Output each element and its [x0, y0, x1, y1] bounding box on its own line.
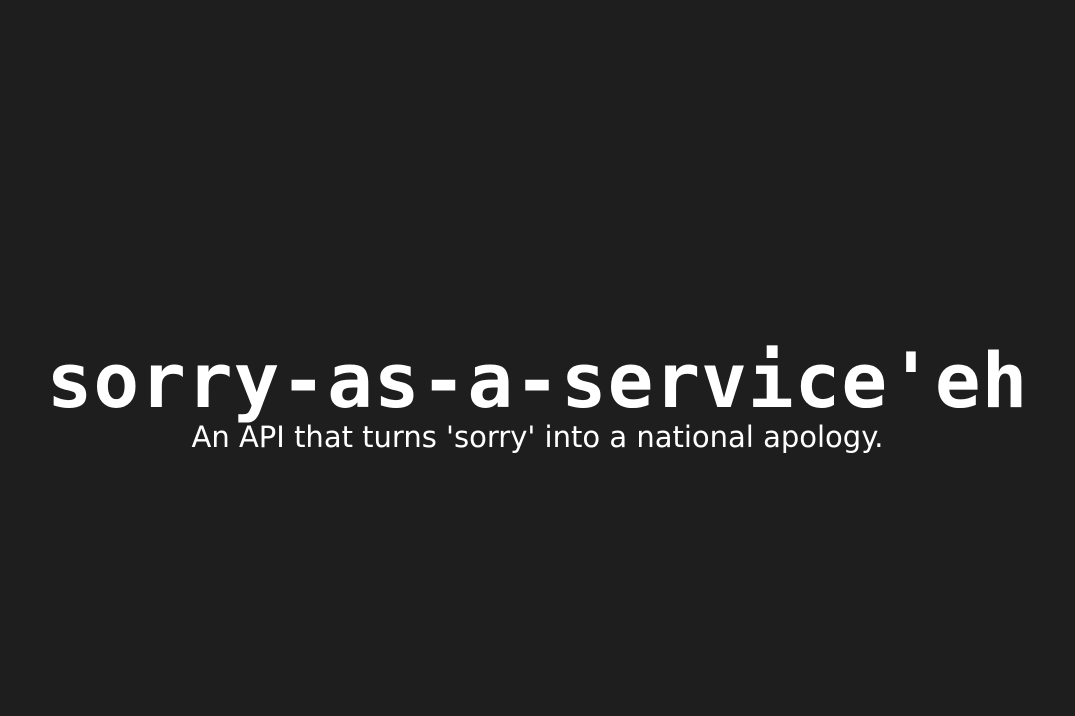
- hero-section: sorry-as-a-service'eh An API that turns …: [0, 0, 1075, 716]
- page-subtitle: An API that turns 'sorry' into a nationa…: [191, 420, 884, 454]
